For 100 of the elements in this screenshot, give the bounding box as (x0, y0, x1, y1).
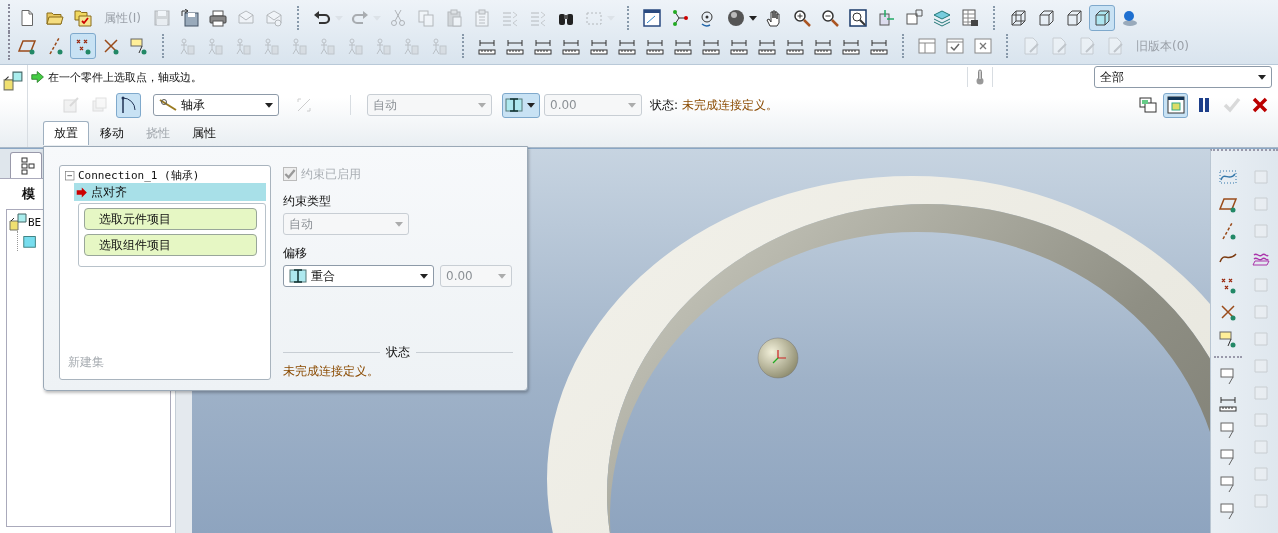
layers-icon (932, 9, 951, 27)
datum-points-icon (74, 37, 92, 55)
ball-shadow-icon (1120, 9, 1139, 27)
square-outline-icon (1252, 464, 1271, 483)
repaint-icon (642, 9, 661, 27)
square-outline-icon (1252, 329, 1271, 348)
annotation-icon (1218, 329, 1237, 348)
redo-icon (350, 9, 369, 27)
hand-icon (764, 9, 783, 27)
dropdown-value: 0.00 (446, 269, 474, 283)
connection-label[interactable]: Connection_1 (轴承) (78, 168, 200, 183)
constraint-item[interactable]: 点对齐 (74, 183, 266, 201)
note-leader-icon (1218, 474, 1237, 493)
two-windows-icon (1138, 96, 1157, 114)
square-outline-icon (1252, 356, 1271, 375)
zoom-fit-icon (848, 9, 867, 27)
section-heading: 状态 (386, 344, 410, 361)
note-leader-icon (1218, 447, 1237, 466)
tab[interactable]: 属性 (181, 121, 227, 145)
copy-icon (90, 96, 109, 114)
document-edit-icon (1022, 37, 1040, 55)
flip-icon (294, 96, 313, 114)
arrow-icon (76, 185, 89, 199)
dropdown-value: 重合 (311, 267, 336, 285)
shaded-cube-button[interactable] (1088, 5, 1115, 31)
ruler-icon (730, 37, 748, 55)
ruler-icon (702, 37, 720, 55)
stick-figure-icon (402, 37, 420, 55)
sphere-icon (726, 9, 745, 27)
stick-figure-icon (178, 37, 196, 55)
dropdown-field[interactable]: 轴承 (153, 94, 279, 116)
tab[interactable]: 移动 (89, 121, 135, 145)
envelope-link-icon (264, 9, 283, 27)
collector-field[interactable]: 选取组件项目 (84, 234, 257, 256)
square-outline-icon (1252, 221, 1271, 240)
checkbox-label: 约束已启用 (301, 165, 361, 183)
ruler-icon (758, 37, 776, 55)
square-outline-icon (1252, 491, 1271, 510)
annotation-icon (130, 37, 148, 55)
window-preview-button[interactable] (1163, 92, 1188, 118)
orient-icon (876, 9, 895, 27)
ruler-icon (814, 37, 832, 55)
dropdown-value: 全部 (1100, 68, 1125, 86)
prompt-text: 在一个零件上选取点，轴或边。 (48, 69, 202, 85)
part-icon[interactable] (22, 233, 38, 249)
stick-figure-icon (318, 37, 336, 55)
stick-figure-icon (290, 37, 308, 55)
datum-points-button[interactable] (70, 33, 96, 59)
sphere-marker-drawing[interactable] (757, 337, 799, 379)
coordinate-system-icon (102, 37, 120, 55)
dropdown-value: 轴承 (181, 96, 206, 114)
field-label: 约束类型 (283, 193, 332, 210)
window-close-icon (974, 37, 992, 55)
document-edit-icon (1050, 37, 1068, 55)
clipboard-list-icon (472, 9, 491, 27)
dropdown-field[interactable]: 全部 (1094, 66, 1272, 88)
window-preview-icon (1166, 96, 1185, 114)
list-arrows-icon (528, 9, 547, 27)
cube-icon (1036, 9, 1055, 27)
close-icon (1250, 96, 1269, 114)
dropdown-field[interactable]: 重合 (283, 265, 434, 287)
square-outline-icon (1252, 302, 1271, 321)
square-outline-icon (1252, 194, 1271, 213)
stick-figure-icon (430, 37, 448, 55)
arrow-icon (31, 70, 45, 84)
shaded-cube-icon (1092, 9, 1111, 27)
ruler-icon (562, 37, 580, 55)
square-outline-icon (1252, 437, 1271, 456)
tree-item-label[interactable]: BE (28, 215, 42, 229)
document-edit-icon (1106, 37, 1124, 55)
tab[interactable]: 放置 (43, 121, 89, 145)
printer-icon (208, 9, 227, 27)
ruler-icon (646, 37, 664, 55)
stick-figure-icon (374, 37, 392, 55)
ruler-icon (870, 37, 888, 55)
coordinate-system-icon (1218, 302, 1237, 321)
offset-type-button[interactable] (502, 92, 540, 118)
coincident-icon (289, 267, 307, 285)
folder-check-icon (74, 9, 92, 27)
dropdown-value: 自动 (373, 96, 398, 114)
table-icon (960, 9, 979, 27)
collapse-icon[interactable] (64, 169, 76, 182)
arc-button[interactable] (116, 92, 141, 118)
document-edit-icon (1078, 37, 1096, 55)
floppy-copy-icon (180, 9, 199, 27)
window-icon (918, 37, 936, 55)
datum-plane-icon (18, 37, 36, 55)
stick-figure-icon (346, 37, 364, 55)
edit-icon (61, 96, 80, 114)
model-tree-tab[interactable] (10, 152, 42, 178)
list-arrows-icon (500, 9, 519, 27)
stick-figure-icon (234, 37, 252, 55)
dashed-selection-icon (584, 9, 603, 27)
arc-icon (119, 96, 138, 114)
square-outline-icon (1252, 167, 1271, 186)
panel-title: 模 (22, 185, 35, 203)
square-outline-icon (1252, 383, 1271, 402)
collector-field[interactable]: 选取元件项目 (84, 208, 257, 230)
window-check-icon (946, 37, 964, 55)
assembly-icon[interactable] (9, 213, 27, 231)
